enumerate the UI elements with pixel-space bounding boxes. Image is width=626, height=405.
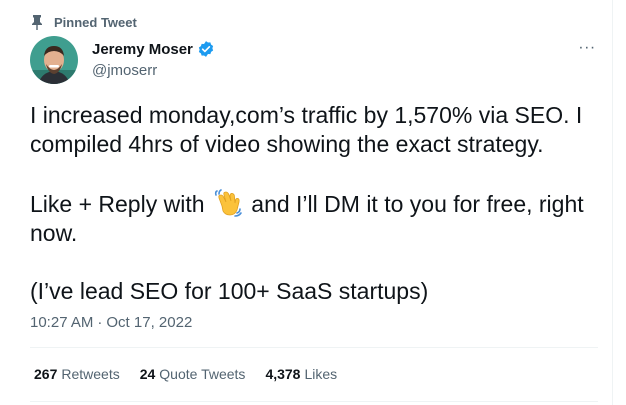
likes-count: 4,378 [265,366,301,382]
pinned-indicator: Pinned Tweet [30,12,137,32]
likes-stat[interactable]: 4,378 Likes [265,366,337,382]
tweet-date[interactable]: Oct 17, 2022 [106,314,192,331]
retweets-label: Retweets [61,366,120,382]
engagement-stats: 267 Retweets 24 Quote Tweets 4,378 Likes [34,366,337,382]
quote-tweets-label: Quote Tweets [159,366,246,382]
tweet-timestamp[interactable]: 10:27 AM · Oct 17, 2022 [30,314,192,331]
pin-icon [32,15,42,30]
divider [30,347,598,348]
author-name[interactable]: Jeremy Moser [92,41,193,58]
pinned-label: Pinned Tweet [54,14,137,30]
avatar[interactable] [30,36,78,84]
tweet-paragraph-1: I increased monday,com’s traffic by 1,57… [30,102,583,157]
author-name-row[interactable]: Jeremy Moser [92,40,215,58]
tweet-time[interactable]: 10:27 AM [30,314,93,331]
quote-tweets-stat[interactable]: 24 Quote Tweets [140,366,246,382]
divider [30,401,598,402]
author-handle[interactable]: @jmoserr [92,62,157,79]
waving-hand-emoji [214,189,242,217]
retweets-count: 267 [34,366,58,382]
retweets-stat[interactable]: 267 Retweets [34,366,120,382]
more-icon[interactable]: ··· [576,38,598,58]
tweet-paragraph-2-start: Like + Reply with [30,191,205,217]
likes-label: Likes [304,366,338,382]
verified-badge-icon [198,41,214,57]
tweet-text: I increased monday,com’s traffic by 1,57… [30,101,600,306]
quote-tweets-count: 24 [139,366,156,382]
timestamp-separator: · [97,314,103,331]
tweet-paragraph-2: Like + Reply with and I’ll DM it to you … [30,188,600,248]
tweet-paragraph-3: (I’ve lead SEO for 100+ SaaS startups) [30,278,429,304]
tweet-card: Pinned Tweet Jeremy Moser @jmoserr ··· I… [0,0,613,405]
avatar-image [30,36,78,84]
